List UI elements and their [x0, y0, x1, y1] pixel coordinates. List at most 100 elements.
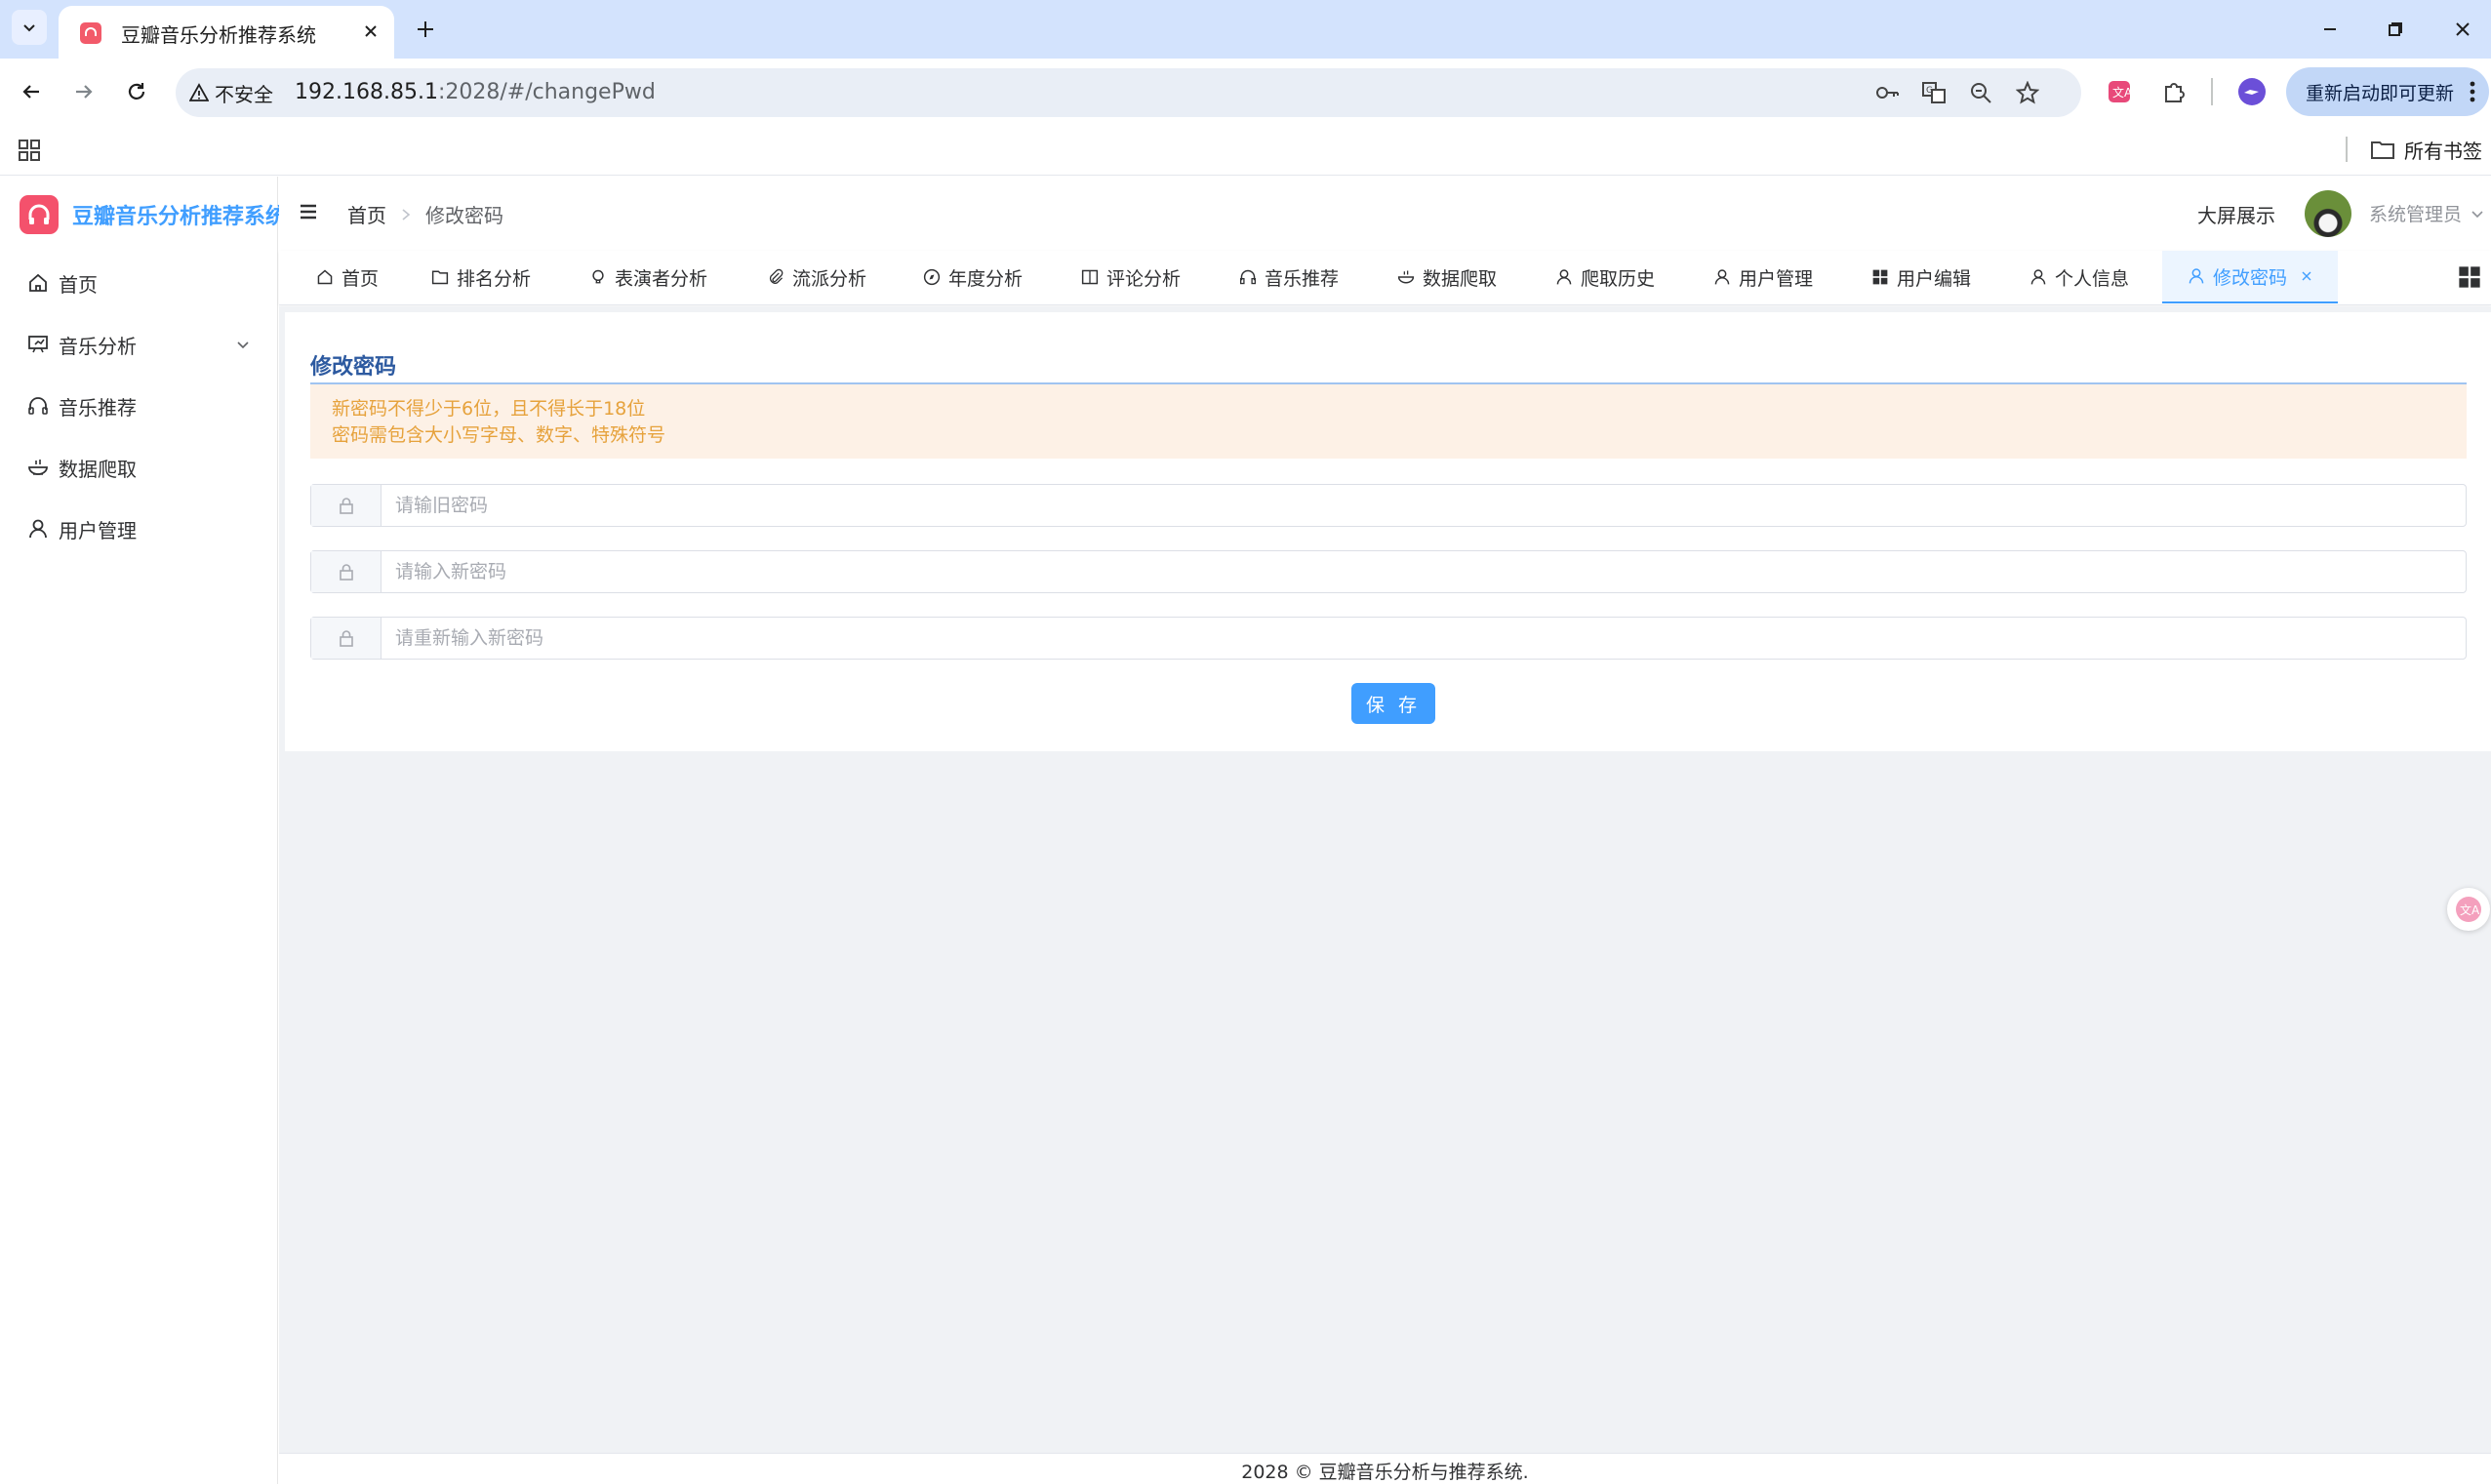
user-icon: [1714, 269, 1730, 285]
save-button[interactable]: 保 存: [1351, 683, 1435, 724]
extension-translate-button[interactable]: 文A: [2098, 70, 2141, 113]
bookmark-star-button[interactable]: [2006, 71, 2049, 114]
zoom-button[interactable]: [1959, 71, 2002, 114]
arrow-right-icon: [76, 85, 93, 99]
tab-label: 个人信息: [2055, 267, 2130, 290]
forward-button[interactable]: [62, 70, 105, 113]
security-chip[interactable]: 不安全: [189, 77, 273, 108]
close-window-button[interactable]: [2445, 14, 2480, 45]
tab-label: 首页: [342, 267, 380, 290]
tab-home[interactable]: 首页: [316, 251, 379, 303]
bookmarks-divider: [2346, 137, 2348, 162]
tab-label: 用户编辑: [1897, 267, 1972, 290]
sidebar-item-data-crawl[interactable]: 数据爬取: [0, 438, 278, 497]
star-icon: [2016, 81, 2039, 104]
browser-tab-strip: 豆瓣音乐分析推荐系统: [0, 0, 2491, 59]
tab-music-recommend[interactable]: 音乐推荐: [1239, 251, 1339, 303]
tab-annual-analysis[interactable]: 年度分析: [923, 251, 1023, 303]
sidebar-item-label: 音乐分析: [59, 334, 137, 358]
tab-comment-analysis[interactable]: 评论分析: [1081, 251, 1181, 303]
restore-button[interactable]: [2378, 14, 2413, 45]
presentation-icon: [28, 336, 48, 353]
home-icon: [29, 273, 47, 292]
home-icon: [317, 269, 333, 285]
update-button[interactable]: 重新启动即可更新: [2286, 67, 2489, 116]
reload-icon: [128, 83, 145, 100]
minimize-button[interactable]: [2312, 14, 2348, 45]
sidebar-item-label: 用户管理: [59, 518, 137, 542]
svg-text:文A: 文A: [2460, 902, 2480, 917]
extensions-button[interactable]: [2152, 70, 2195, 113]
user-name: 系统管理员: [2369, 204, 2463, 225]
chevron-down-icon: [2471, 210, 2483, 218]
tab-label: 音乐推荐: [1265, 267, 1340, 290]
close-icon[interactable]: [2301, 270, 2312, 282]
insecure-label: 不安全: [215, 82, 273, 106]
tags-menu-grid-icon[interactable]: [2457, 264, 2482, 290]
tab-label: 用户管理: [1739, 267, 1814, 290]
sidebar-item-label: 数据爬取: [59, 457, 137, 481]
translate-extension-icon: 文A: [2109, 81, 2132, 102]
tab-change-password[interactable]: 修改密码: [2162, 251, 2338, 303]
avatar[interactable]: [2305, 190, 2351, 237]
svg-text:G: G: [1926, 86, 1933, 96]
brand[interactable]: 豆瓣音乐分析推荐系统: [20, 194, 287, 235]
tab-user-edit[interactable]: 用户编辑: [1871, 251, 1971, 303]
bookmarks-bar: 所有书签: [0, 125, 2491, 176]
tab-close-icon[interactable]: [359, 20, 382, 43]
browser-toolbar: 不安全 192.168.85.1:2028/#/changePwd G 文A 重…: [0, 59, 2491, 125]
tab-label: 排名分析: [457, 267, 532, 290]
all-bookmarks-button[interactable]: 所有书签: [2371, 133, 2482, 166]
tab-ranking-analysis[interactable]: 排名分析: [431, 251, 531, 303]
tab-personal-info[interactable]: 个人信息: [2029, 251, 2129, 303]
tab-label: 表演者分析: [615, 267, 708, 290]
back-button[interactable]: [10, 70, 53, 113]
translate-button[interactable]: G: [1912, 71, 1955, 114]
new-password-input[interactable]: [382, 551, 2466, 592]
tab-user-management[interactable]: 用户管理: [1713, 251, 1813, 303]
address-bar[interactable]: 不安全 192.168.85.1:2028/#/changePwd G: [176, 68, 2081, 117]
tab-title: 豆瓣音乐分析推荐系统: [121, 23, 316, 47]
tab-genre-analysis[interactable]: 流派分析: [767, 251, 866, 303]
tab-crawl-history[interactable]: 爬取历史: [1555, 251, 1655, 303]
password-key-button[interactable]: [1866, 71, 1908, 114]
headphones-icon: [28, 397, 48, 415]
confirm-password-input[interactable]: [382, 618, 2466, 659]
breadcrumb-home[interactable]: 首页: [347, 200, 386, 228]
apps-icon[interactable]: [14, 135, 45, 166]
sidebar-item-home[interactable]: 首页: [0, 254, 278, 312]
tip-line: 新密码不得少于6位，且不得长于18位: [332, 398, 646, 420]
sidebar-item-user-management[interactable]: 用户管理: [0, 500, 278, 558]
hamburger-icon[interactable]: [297, 200, 320, 223]
browser-tab[interactable]: 豆瓣音乐分析推荐系统: [59, 6, 394, 59]
tab-search-button[interactable]: [12, 10, 47, 45]
new-tab-button[interactable]: [408, 12, 443, 47]
sidebar-item-music-analysis[interactable]: 音乐分析: [0, 315, 278, 374]
tab-performer-analysis[interactable]: 表演者分析: [589, 251, 707, 303]
user-icon: [29, 519, 47, 539]
sidebar-item-music-recommend[interactable]: 音乐推荐: [0, 377, 278, 435]
tab-label: 流派分析: [792, 267, 867, 290]
profile-button[interactable]: [2230, 70, 2273, 113]
big-screen-link[interactable]: 大屏展示: [2197, 200, 2275, 228]
update-button-label: 重新启动即可更新: [2306, 82, 2455, 104]
folder-icon: [431, 270, 449, 285]
headphones-icon: [1239, 269, 1257, 285]
url-text[interactable]: 192.168.85.1:2028/#/changePwd: [295, 80, 656, 104]
footer: 2028 © 豆瓣音乐分析与推荐系统.: [279, 1453, 2491, 1484]
tab-label: 修改密码: [2213, 266, 2288, 289]
brand-name: 豆瓣音乐分析推荐系统: [72, 205, 288, 229]
change-password-card: 修改密码 新密码不得少于6位，且不得长于18位 密码需包含大小写字母、数字、特殊…: [285, 312, 2491, 751]
floating-translate-button[interactable]: 文A: [2447, 888, 2490, 931]
chevron-down-icon: [23, 24, 35, 32]
minimize-icon: [2324, 28, 2336, 30]
tab-label: 爬取历史: [1581, 267, 1656, 290]
tab-data-crawl[interactable]: 数据爬取: [1397, 251, 1497, 303]
arrow-left-icon: [22, 85, 39, 99]
old-password-input[interactable]: [382, 485, 2466, 526]
puzzle-icon: [2165, 83, 2185, 102]
reload-button[interactable]: [115, 70, 158, 113]
user-icon: [2189, 268, 2204, 284]
user-dropdown[interactable]: 系统管理员: [2369, 200, 2485, 226]
tab-label: 数据爬取: [1423, 267, 1498, 290]
